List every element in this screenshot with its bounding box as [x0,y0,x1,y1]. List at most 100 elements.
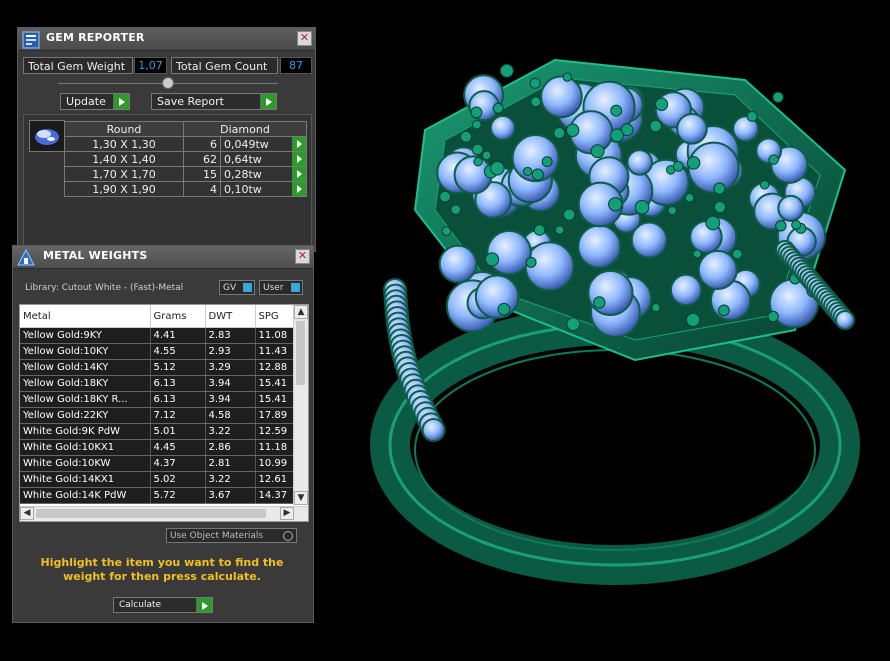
user-label: User [263,283,284,293]
prong [439,190,451,203]
metal-weights-logo-icon [17,249,35,266]
prong [775,220,787,232]
gem-size: 1,30 X 1,30 [64,136,184,152]
metal-cell: 5.01 [150,423,206,440]
metal-row[interactable]: White Gold:14K PdW 5.72 3.67 14.37 [20,487,294,504]
use-object-materials-toggle[interactable]: Use Object Materials [166,528,297,543]
column-header-metal[interactable]: Metal [20,305,151,328]
select-gem-icon[interactable] [292,167,306,181]
metal-cell: 10.99 [255,455,294,472]
gem-total-weight: 0,64tw [220,151,307,167]
metal-row[interactable]: Yellow Gold:22KY 7.12 4.58 17.89 [20,407,294,424]
metal-cell: 2.86 [205,439,256,456]
prong [610,104,623,117]
gem-total-weight: 0,10tw [220,181,307,197]
prong [541,156,553,168]
metal-row[interactable]: White Gold:10KX1 4.45 2.86 11.18 [20,439,294,456]
gem-stone [630,221,668,259]
metal-row[interactable]: White Gold:14KX1 5.02 3.22 12.61 [20,471,294,488]
metal-cell: Yellow Gold:18KY [20,375,151,392]
column-header-grams[interactable]: Grams [150,305,206,328]
update-button[interactable]: Update [60,93,130,110]
divider-handle[interactable] [162,77,174,89]
select-gem-icon[interactable] [292,137,306,151]
total-gem-weight-label: Total Gem Weight [23,57,133,74]
prong [705,215,721,231]
prong [686,156,701,170]
metal-cell: 11.18 [255,439,294,456]
metal-row[interactable]: White Gold:9K PdW 5.01 3.22 12.59 [20,423,294,440]
select-gem-icon[interactable] [292,152,306,166]
prong [667,205,677,216]
gem-type-header: Diamond [183,121,307,137]
metal-cell: 3.94 [205,375,256,392]
prong [525,256,537,268]
scroll-right-icon[interactable]: ▶ [280,507,294,520]
gem-count: 62 [183,151,221,167]
metal-cell: White Gold:9K PdW [20,423,151,440]
save-report-label: Save Report [157,95,224,108]
metal-cell: 3.29 [205,359,256,376]
gem-row[interactable]: 1,70 X 1,70 15 0,28tw [64,166,307,182]
metal-cell: Yellow Gold:18KY R... [20,391,151,408]
vertical-scrollbar[interactable]: ▲ ▼ [293,305,308,505]
gv-toggle[interactable]: GV [219,280,255,295]
gem-row[interactable]: 1,40 X 1,40 62 0,64tw [64,151,307,167]
prong [649,119,662,133]
metal-row[interactable]: Yellow Gold:18KY R... 6.13 3.94 15.41 [20,391,294,408]
h-scroll-thumb[interactable] [36,509,266,518]
horizontal-scrollbar[interactable]: ◀ ▶ [20,506,308,521]
toggle-indicator-icon [243,283,252,292]
calculate-button[interactable]: Calculate [113,597,213,613]
ring-viewport[interactable] [315,0,890,661]
prong [522,166,533,177]
metal-cell: Yellow Gold:10KY [20,343,151,360]
metal-cell: White Gold:10KX1 [20,439,151,456]
prong [732,248,743,260]
metal-list[interactable]: Metal Grams DWT SPG Yellow Gold:9KY 4.41 2… [19,304,309,522]
metal-row[interactable]: Yellow Gold:18KY 6.13 3.94 15.41 [20,375,294,392]
save-report-button[interactable]: Save Report [151,93,277,110]
metal-cell: 2.83 [205,327,256,344]
scroll-up-icon[interactable]: ▲ [294,305,308,319]
metal-row[interactable]: Yellow Gold:14KY 5.12 3.29 12.88 [20,359,294,376]
metal-cell: 5.72 [150,487,206,504]
metal-cell: 17.89 [255,407,294,424]
metal-cell: 6.13 [150,391,206,408]
ring-band [370,305,860,585]
column-header-dwt[interactable]: DWT [205,305,256,328]
gem-row[interactable]: 1,30 X 1,30 6 0,049tw [64,136,307,152]
metal-cell: 4.55 [150,343,206,360]
prong [553,127,566,140]
library-label: Library: Cutout White - (Fast)-Metal [25,283,184,293]
metal-cell: Yellow Gold:9KY [20,327,151,344]
metal-row[interactable]: Yellow Gold:9KY 4.41 2.83 11.08 [20,327,294,344]
gem-size: 1,40 X 1,40 [64,151,184,167]
scroll-down-icon[interactable]: ▼ [294,491,308,505]
prong [672,160,684,172]
scroll-thumb[interactable] [296,321,305,385]
gem-stone [489,114,516,141]
column-header-spg[interactable]: SPG [255,305,293,328]
close-icon[interactable]: ✕ [295,249,310,264]
user-toggle[interactable]: User [259,280,303,295]
metal-row[interactable]: White Gold:10KW 4.37 2.81 10.99 [20,455,294,472]
metal-cell: 3.94 [205,391,256,408]
metal-cell: 2.81 [205,455,256,472]
prong [692,249,702,259]
gem-row[interactable]: 1,90 X 1,90 4 0,10tw [64,181,307,197]
close-icon[interactable]: ✕ [297,31,312,46]
prong [470,106,483,119]
metal-weights-titlebar[interactable]: METAL WEIGHTS ✕ [13,246,313,269]
gem-thumbnail[interactable] [29,120,65,152]
metal-weights-title: METAL WEIGHTS [43,249,148,262]
gem-reporter-titlebar[interactable]: GEM REPORTER ✕ [18,28,315,51]
prong [590,144,605,159]
prong [530,96,542,108]
prong [566,317,581,332]
gem-size: 1,90 X 1,90 [64,181,184,197]
select-gem-icon[interactable] [292,182,306,196]
scroll-left-icon[interactable]: ◀ [20,507,34,520]
metal-row[interactable]: Yellow Gold:10KY 4.55 2.93 11.43 [20,343,294,360]
metal-cell: 2.93 [205,343,256,360]
